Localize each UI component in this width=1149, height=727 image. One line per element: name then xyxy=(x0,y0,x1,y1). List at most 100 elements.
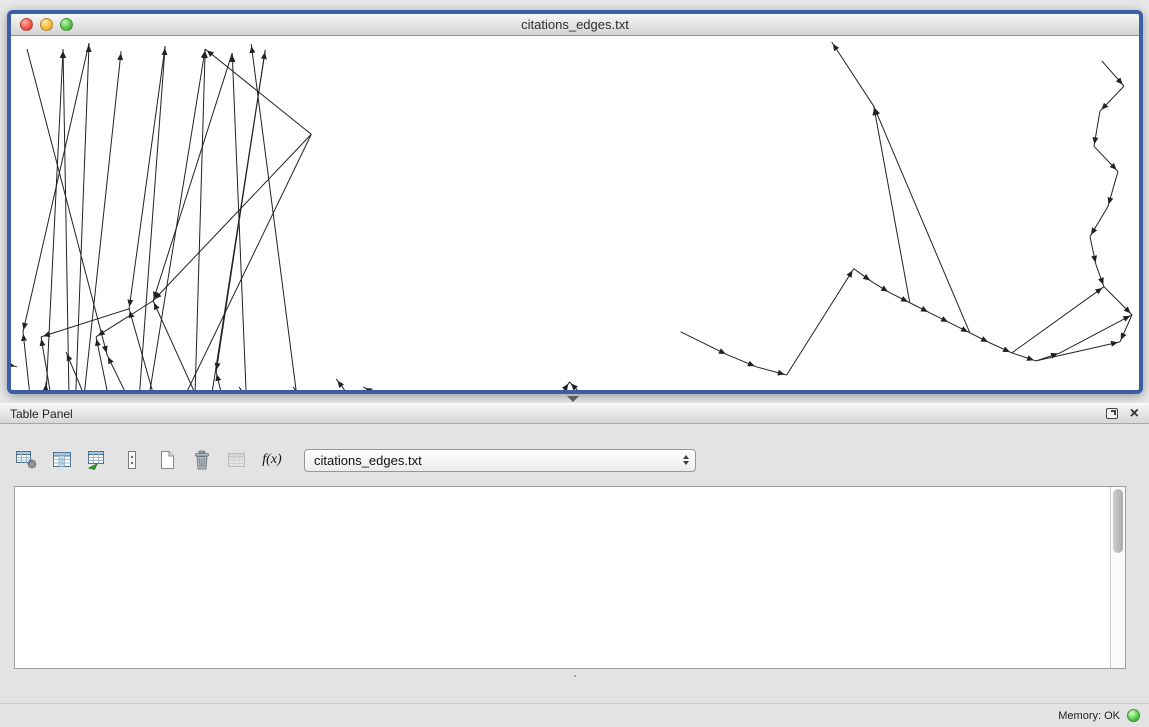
graph-edge[interactable] xyxy=(681,332,728,355)
close-panel-icon[interactable]: × xyxy=(1130,406,1139,422)
graph-edge[interactable] xyxy=(854,269,872,282)
graph-edge[interactable] xyxy=(1108,171,1118,206)
graph-edge[interactable] xyxy=(41,309,129,337)
graph-edge[interactable] xyxy=(511,382,569,390)
graph-edge[interactable] xyxy=(71,43,89,390)
graph-edge[interactable] xyxy=(757,367,787,375)
graph-edge[interactable] xyxy=(251,44,311,390)
table-panel-header-icons: × xyxy=(1106,406,1139,422)
row-options-button[interactable] xyxy=(119,447,145,473)
merge-table-icon xyxy=(225,449,249,471)
table-panel-title: Table Panel xyxy=(10,407,73,421)
graph-edge[interactable] xyxy=(336,379,431,390)
graph-edge[interactable] xyxy=(129,309,191,390)
graph-edge[interactable] xyxy=(293,387,371,390)
table-selector-value: citations_edges.txt xyxy=(314,453,422,468)
zoom-window-button[interactable] xyxy=(60,18,73,31)
import-column-button[interactable] xyxy=(84,447,110,473)
graph-edge[interactable] xyxy=(1090,206,1108,236)
graph-edge[interactable] xyxy=(1036,342,1120,361)
graph-edge[interactable] xyxy=(107,355,191,390)
import-column-icon xyxy=(85,449,109,471)
graph-edge[interactable] xyxy=(1102,61,1124,86)
graph-edge[interactable] xyxy=(787,269,854,375)
network-window: citations_edges.txt xyxy=(7,10,1143,394)
graph-edge[interactable] xyxy=(1120,315,1132,342)
graph-edge[interactable] xyxy=(1094,111,1100,146)
graph-edge[interactable] xyxy=(1100,86,1124,111)
float-arrow-icon xyxy=(1111,410,1116,415)
close-window-button[interactable] xyxy=(20,18,33,31)
panel-divider-handle[interactable] xyxy=(567,396,579,402)
table-selector[interactable]: citations_edges.txt xyxy=(304,449,696,472)
function-builder-button[interactable]: f(x) xyxy=(259,447,285,473)
window-controls xyxy=(20,18,73,31)
graph-edge[interactable] xyxy=(11,357,17,367)
graph-edge[interactable] xyxy=(153,53,232,301)
graph-edge[interactable] xyxy=(970,333,990,343)
graph-edge[interactable] xyxy=(131,46,165,390)
delete-columns-button[interactable] xyxy=(189,447,215,473)
graph-edge[interactable] xyxy=(205,49,311,134)
show-columns-button[interactable] xyxy=(49,447,75,473)
trash-icon xyxy=(190,449,214,471)
minimize-window-button[interactable] xyxy=(40,18,53,31)
function-builder-icon: f(x) xyxy=(262,452,281,468)
graph-edge[interactable] xyxy=(363,387,511,390)
table-scrollbar-thumb[interactable] xyxy=(1113,489,1123,553)
graph-edge[interactable] xyxy=(63,49,71,390)
graph-edge[interactable] xyxy=(910,303,930,313)
table-tabs-group xyxy=(574,675,576,677)
table-tabs xyxy=(0,675,1149,677)
graph-edge[interactable] xyxy=(874,106,910,303)
network-view[interactable] xyxy=(11,36,1139,390)
graph-edges-layer xyxy=(11,42,1132,390)
graph-edge[interactable] xyxy=(990,343,1012,353)
graph-edge[interactable] xyxy=(1012,287,1104,353)
graph-edge[interactable] xyxy=(131,134,311,390)
show-columns-icon xyxy=(50,449,74,471)
graph-edge[interactable] xyxy=(1104,287,1132,315)
graph-edge[interactable] xyxy=(832,42,874,106)
memory-status-icon[interactable] xyxy=(1127,709,1140,722)
graph-edge[interactable] xyxy=(239,387,311,390)
graph-edge[interactable] xyxy=(216,50,265,372)
graph-edge[interactable] xyxy=(1012,353,1036,361)
graph-edge[interactable] xyxy=(153,301,251,390)
table-scrollbar[interactable] xyxy=(1110,487,1125,668)
graph-edge[interactable] xyxy=(191,49,205,390)
graph-edge[interactable] xyxy=(191,50,265,390)
node-table xyxy=(14,486,1126,669)
table-mode-icon xyxy=(15,449,39,471)
merge-table-button[interactable] xyxy=(224,447,250,473)
network-canvas[interactable] xyxy=(11,36,1139,390)
status-bar: Memory: OK xyxy=(0,703,1149,727)
graph-edge[interactable] xyxy=(1090,237,1096,265)
graph-edge[interactable] xyxy=(930,313,950,323)
memory-status-label: Memory: OK xyxy=(1058,710,1120,722)
graph-edge[interactable] xyxy=(96,337,131,390)
export-table-icon xyxy=(155,449,179,471)
table-mode-button[interactable] xyxy=(14,447,40,473)
combo-stepper-icon xyxy=(683,455,689,465)
network-window-titlebar[interactable]: citations_edges.txt xyxy=(11,14,1139,36)
graph-edge[interactable] xyxy=(153,134,311,300)
float-panel-icon[interactable] xyxy=(1106,408,1118,419)
graph-edge[interactable] xyxy=(23,43,89,332)
graph-edge[interactable] xyxy=(874,106,970,333)
export-table-button[interactable] xyxy=(154,447,180,473)
graph-edge[interactable] xyxy=(569,382,651,390)
graph-edge[interactable] xyxy=(23,332,41,390)
graph-edge[interactable] xyxy=(131,49,205,390)
graph-edge[interactable] xyxy=(1096,265,1104,287)
graph-edge[interactable] xyxy=(41,49,63,390)
graph-edge[interactable] xyxy=(950,323,970,333)
graph-edge[interactable] xyxy=(1094,146,1118,171)
graph-edge[interactable] xyxy=(890,293,910,303)
graph-edge[interactable] xyxy=(872,282,890,293)
row-options-icon xyxy=(120,449,144,471)
graph-edge[interactable] xyxy=(232,53,251,390)
graph-edge[interactable] xyxy=(129,46,165,309)
graph-edge[interactable] xyxy=(41,382,46,390)
graph-edge[interactable] xyxy=(728,355,757,367)
